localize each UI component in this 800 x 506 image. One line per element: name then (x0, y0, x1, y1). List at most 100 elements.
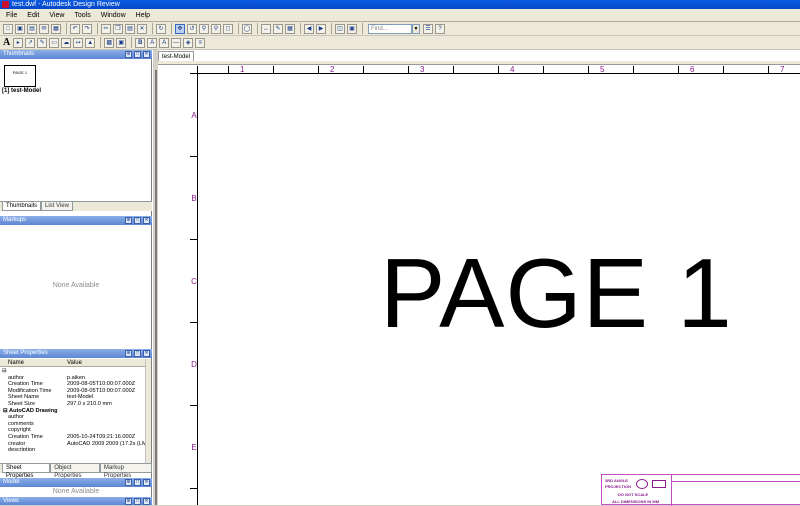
tab-test-model[interactable]: test-Model (158, 51, 195, 61)
markup-toolbar: A ▸ ↗ ✎ ▭ ☁ ↦ ▲ ▩ ▣ B A A — ◈ ≡ (0, 36, 800, 50)
close-icon[interactable]: ✕ (143, 498, 150, 505)
save-icon[interactable]: ▣ (15, 23, 25, 34)
fit-to-window-icon[interactable]: ◻ (223, 23, 233, 34)
property-row[interactable]: author p.aiken (0, 375, 146, 382)
restore-icon[interactable]: □ (134, 217, 141, 224)
leader-icon[interactable]: ↗ (25, 37, 36, 48)
do-not-scale-label: DO NOT SCALE (618, 492, 649, 497)
layout-icon[interactable]: ◫ (335, 23, 345, 34)
property-row[interactable]: creator AutoCAD 2009 2009 (17.2s (LMS (0, 441, 150, 448)
property-row[interactable]: Modification Time 2009-08-05T10:00:07.000… (0, 388, 146, 395)
collapse-icon[interactable]: ⊟ (3, 408, 8, 414)
drawing-canvas[interactable]: test-Model 1 2 3 4 5 6 7 A B C D E PAGE … (158, 50, 800, 505)
property-row[interactable]: Creation Time 2009-08-05T10:00:07.000Z (0, 381, 146, 388)
orbit-icon[interactable]: ↺ (187, 23, 197, 34)
sheet-thumbnail[interactable]: PAGE 1 (4, 65, 36, 87)
tab-thumbnails[interactable]: Thumbnails (2, 202, 42, 211)
close-icon[interactable]: ✕ (143, 479, 150, 486)
column-value-header[interactable]: Value (67, 359, 82, 367)
restore-icon[interactable]: □ (134, 479, 141, 486)
pin-icon[interactable]: ⊕ (125, 350, 132, 357)
menu-window[interactable]: Window (101, 12, 126, 19)
cut-icon[interactable]: ✂ (101, 23, 111, 34)
restore-icon[interactable]: □ (134, 51, 141, 58)
toolbar-separator (362, 23, 363, 34)
ruler-tick (318, 66, 319, 74)
redo-icon[interactable]: ↷ (82, 23, 92, 34)
open-icon[interactable]: □ (3, 23, 13, 34)
font-color-icon[interactable]: A (159, 37, 170, 48)
property-row[interactable]: Creation Time 2005-10-24T09:21:16.000Z (0, 434, 146, 441)
copy-icon[interactable]: ❐ (113, 23, 123, 34)
close-icon[interactable]: ✕ (143, 51, 150, 58)
properties-scrollbar[interactable] (145, 359, 151, 463)
property-row[interactable]: comments (0, 421, 146, 428)
property-row[interactable]: Sheet Name test-Model (0, 394, 146, 401)
menu-view[interactable]: View (49, 12, 64, 19)
font-size-icon[interactable]: A (147, 37, 158, 48)
fill-color-icon[interactable]: ◈ (183, 37, 194, 48)
tab-list-view[interactable]: List View (41, 202, 73, 211)
menu-file[interactable]: File (6, 12, 17, 19)
bold-icon[interactable]: B (135, 37, 146, 48)
next-sheet-icon[interactable]: ▶ (316, 23, 326, 34)
help-icon[interactable]: ? (435, 23, 445, 34)
property-row[interactable]: copyright (0, 427, 146, 434)
line-weight-icon[interactable]: ≡ (195, 37, 206, 48)
previous-sheet-icon[interactable]: ◀ (304, 23, 314, 34)
column-name-header[interactable]: Name (8, 359, 24, 367)
property-group-row[interactable]: ⊟ AutoCAD Drawing (0, 408, 146, 415)
print-icon[interactable]: ▤ (27, 23, 37, 34)
stamp-icon[interactable]: ▦ (285, 23, 295, 34)
property-row[interactable]: Sheet Size 297.0 x 210.0 mm (0, 401, 146, 408)
symbol-icon[interactable]: ▣ (116, 37, 127, 48)
menu-help[interactable]: Help (136, 12, 150, 19)
ruler-letter: D (191, 360, 197, 369)
menu-tools[interactable]: Tools (74, 12, 90, 19)
property-row[interactable]: author (0, 414, 146, 421)
find-input[interactable]: Find... (368, 23, 412, 34)
cloud-icon[interactable]: ☁ (61, 37, 72, 48)
pen-icon[interactable]: ✎ (37, 37, 48, 48)
view-cube-icon[interactable]: ◯ (242, 23, 252, 34)
close-icon[interactable]: ✕ (143, 350, 150, 357)
undo-icon[interactable]: ↶ (70, 23, 80, 34)
stamp-tool-icon[interactable]: ▩ (104, 37, 115, 48)
find-options-icon[interactable]: ☰ (423, 23, 433, 34)
restore-icon[interactable]: □ (134, 498, 141, 505)
refresh-icon[interactable]: ↻ (156, 23, 166, 34)
ruler-number: 4 (510, 65, 515, 74)
pin-icon[interactable]: ⊕ (125, 479, 132, 486)
left-panel: Thumbnails ⊕ □ ✕ PAGE 1 [1] test-Model T… (0, 50, 152, 505)
markup-icon[interactable]: ✎ (273, 23, 283, 34)
shape-icon[interactable]: ▭ (49, 37, 60, 48)
callout-icon[interactable]: ▸ (13, 37, 24, 48)
collapse-icon[interactable]: ⊟ (2, 368, 7, 375)
tab-sheet-properties[interactable]: Sheet Properties (2, 464, 51, 479)
full-screen-icon[interactable]: ▣ (347, 23, 357, 34)
tab-markup-properties[interactable]: Markup Properties (99, 464, 152, 479)
dimension-icon[interactable]: ↦ (73, 37, 84, 48)
paste-icon[interactable]: ▤ (125, 23, 135, 34)
publish-icon[interactable]: ▦ (51, 23, 61, 34)
pin-icon[interactable]: ⊕ (125, 498, 132, 505)
zoom-icon[interactable]: ⚲ (199, 23, 209, 34)
thumbnail-label[interactable]: [1] test-Model (2, 88, 41, 94)
text-tool-icon[interactable]: A (3, 37, 10, 48)
measure-icon[interactable]: ↔ (261, 23, 271, 34)
property-row[interactable]: ⊟ (0, 368, 146, 375)
pin-icon[interactable]: ⊕ (125, 217, 132, 224)
tab-object-properties[interactable]: Object Properties (50, 464, 100, 479)
find-dropdown-icon[interactable]: ▼ (412, 23, 420, 34)
delete-icon[interactable]: ✕ (137, 23, 147, 34)
email-icon[interactable]: ✉ (39, 23, 49, 34)
zoom-window-icon[interactable]: ⚲ (211, 23, 221, 34)
line-color-icon[interactable]: — (171, 37, 182, 48)
property-row[interactable]: description (0, 447, 146, 451)
restore-icon[interactable]: □ (134, 350, 141, 357)
pan-icon[interactable]: ✥ (175, 23, 185, 34)
close-icon[interactable]: ✕ (143, 217, 150, 224)
menu-edit[interactable]: Edit (27, 12, 39, 19)
highlight-icon[interactable]: ▲ (85, 37, 96, 48)
pin-icon[interactable]: ⊕ (125, 51, 132, 58)
